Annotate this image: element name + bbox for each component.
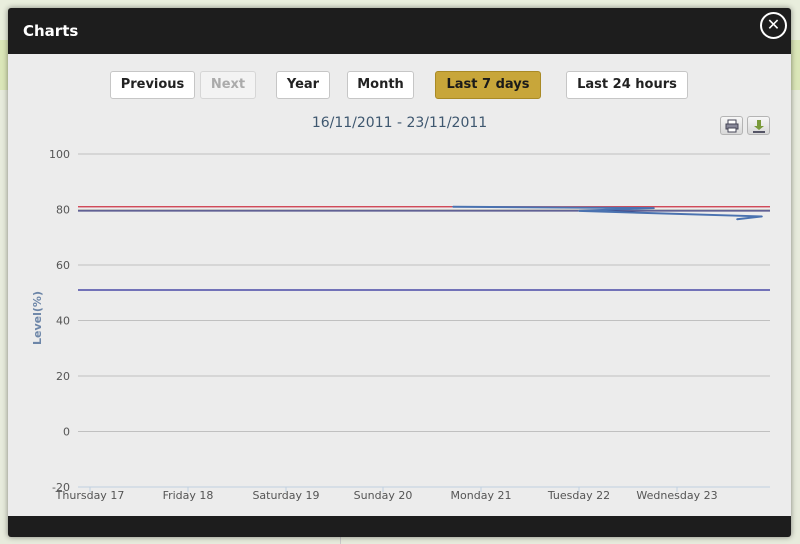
data-point: [452, 205, 454, 208]
x-tick-label: Friday 18: [163, 489, 214, 502]
x-tick-label: Tuesday 22: [547, 489, 610, 502]
x-tick-label: Sunday 20: [354, 489, 413, 502]
y-tick-label: 100: [49, 148, 70, 161]
x-tick-label: Saturday 19: [252, 489, 319, 502]
dialog-body: Previous Next Year Month Last 7 days Las…: [8, 54, 791, 516]
close-button[interactable]: ✕: [760, 12, 787, 39]
y-tick-label: 60: [56, 259, 70, 272]
data-point: [653, 207, 655, 209]
charts-dialog: Charts ✕ Previous Next Year Month Last 7…: [8, 8, 791, 537]
x-tick-label: Monday 21: [451, 489, 512, 502]
dialog-header: Charts: [8, 8, 791, 54]
x-tick-label: Wednesday 23: [636, 489, 717, 502]
y-tick-label: 80: [56, 204, 70, 217]
dialog-title: Charts: [23, 22, 79, 40]
data-point: [578, 210, 580, 212]
y-tick-label: 0: [63, 426, 70, 439]
x-tick-label: Thursday 17: [55, 489, 125, 502]
y-tick-label: 20: [56, 370, 70, 383]
data-point: [736, 218, 738, 221]
close-icon: ✕: [766, 15, 781, 34]
y-axis-label: Level(%): [31, 291, 44, 345]
y-tick-label: 40: [56, 315, 70, 328]
data-point: [761, 215, 763, 218]
series-line: [452, 205, 763, 221]
line-chart: 100806040200-20 Thursday 17 Friday 18 Satu…: [31, 148, 770, 502]
